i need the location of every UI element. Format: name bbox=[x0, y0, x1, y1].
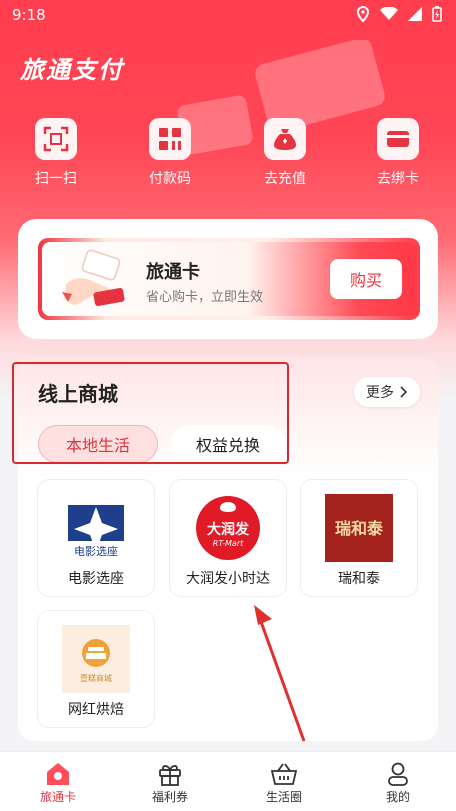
mall-item-label: 大润发小时达 bbox=[186, 571, 270, 587]
mall-item-label: 网红烘焙 bbox=[68, 702, 124, 718]
nav-item-coupons[interactable]: 福利券 bbox=[130, 760, 210, 805]
mall-item-ruihetai[interactable]: 瑞和泰 瑞和泰 bbox=[300, 479, 418, 597]
rt-mart-logo: 大润发 RT-Mart bbox=[193, 494, 263, 562]
travel-card-banner[interactable]: 旅通卡 省心购卡，立即生效 购买 bbox=[38, 238, 420, 320]
scan-icon bbox=[35, 118, 77, 160]
mall-item-label: 瑞和泰 bbox=[338, 571, 380, 587]
annotation-arrow-icon bbox=[254, 605, 306, 742]
nav-label: 旅通卡 bbox=[39, 790, 76, 804]
wifi-icon bbox=[380, 7, 398, 20]
mall-item-bakery[interactable]: 壹糕商城 网红烘焙 bbox=[37, 610, 155, 728]
bottom-nav: 旅通卡 福利券 生活圈 我的 bbox=[0, 751, 456, 811]
quick-actions: 扫一扫 付款码 去充值 去绑卡 bbox=[0, 118, 456, 188]
nav-label: 生活圈 bbox=[265, 790, 302, 804]
nav-label: 我的 bbox=[385, 790, 410, 804]
status-icons bbox=[356, 6, 442, 22]
gift-icon bbox=[130, 760, 210, 788]
movie-logo-text: 电影选座 bbox=[74, 544, 118, 557]
battery-icon bbox=[432, 6, 442, 22]
quick-action-scan[interactable]: 扫一扫 bbox=[16, 118, 96, 188]
quick-action-label: 扫一扫 bbox=[35, 171, 77, 187]
nav-item-travel-card[interactable]: 旅通卡 bbox=[18, 760, 98, 805]
ruihetai-logo-text: 瑞和泰 bbox=[335, 519, 384, 538]
travel-card-title: 旅通卡 bbox=[146, 262, 200, 283]
rt-mart-logo-subtext: RT-Mart bbox=[213, 539, 244, 548]
ruihetai-logo: 瑞和泰 bbox=[324, 494, 394, 562]
signal-icon bbox=[408, 7, 422, 21]
location-icon bbox=[356, 6, 370, 22]
bakery-logo: 壹糕商城 bbox=[61, 625, 131, 693]
more-button[interactable]: 更多 bbox=[354, 377, 420, 407]
mall-item-movie[interactable]: 电影选座 电影选座 bbox=[37, 479, 155, 597]
mall-item-label: 电影选座 bbox=[68, 571, 124, 587]
home-icon bbox=[18, 760, 98, 788]
nav-item-life-circle[interactable]: 生活圈 bbox=[244, 760, 324, 805]
qr-code-icon bbox=[149, 118, 191, 160]
quick-action-label: 付款码 bbox=[149, 171, 191, 187]
person-icon bbox=[358, 760, 438, 788]
more-label: 更多 bbox=[366, 385, 394, 401]
status-bar: 9:18 bbox=[0, 0, 456, 30]
quick-action-label: 去绑卡 bbox=[377, 171, 419, 187]
mall-item-rt-mart[interactable]: 大润发 RT-Mart 大润发小时达 bbox=[169, 479, 287, 597]
quick-action-pay-code[interactable]: 付款码 bbox=[130, 118, 210, 188]
quick-action-label: 去充值 bbox=[264, 171, 306, 187]
chevron-right-icon bbox=[400, 386, 408, 398]
nav-item-mine[interactable]: 我的 bbox=[358, 760, 438, 805]
status-time: 9:18 bbox=[12, 6, 46, 24]
basket-icon bbox=[244, 760, 324, 788]
money-bag-icon bbox=[264, 118, 306, 160]
highlight-box bbox=[12, 362, 289, 464]
travel-card-panel: 旅通卡 省心购卡，立即生效 购买 bbox=[18, 219, 438, 339]
card-hand-icon bbox=[62, 249, 125, 307]
rt-mart-logo-text: 大润发 bbox=[207, 521, 250, 538]
app-title: 旅通支付 bbox=[20, 56, 124, 84]
quick-action-bind-card[interactable]: 去绑卡 bbox=[358, 118, 438, 188]
quick-action-recharge[interactable]: 去充值 bbox=[245, 118, 325, 188]
buy-button[interactable]: 购买 bbox=[330, 259, 402, 299]
card-icon bbox=[377, 118, 419, 160]
travel-card-inner: 旅通卡 省心购卡，立即生效 购买 bbox=[42, 242, 416, 316]
movie-logo: 电影选座 bbox=[61, 494, 131, 562]
bakery-logo-text: 壹糕商城 bbox=[80, 673, 112, 683]
nav-label: 福利券 bbox=[151, 790, 188, 804]
travel-card-subtitle: 省心购卡，立即生效 bbox=[146, 290, 264, 305]
